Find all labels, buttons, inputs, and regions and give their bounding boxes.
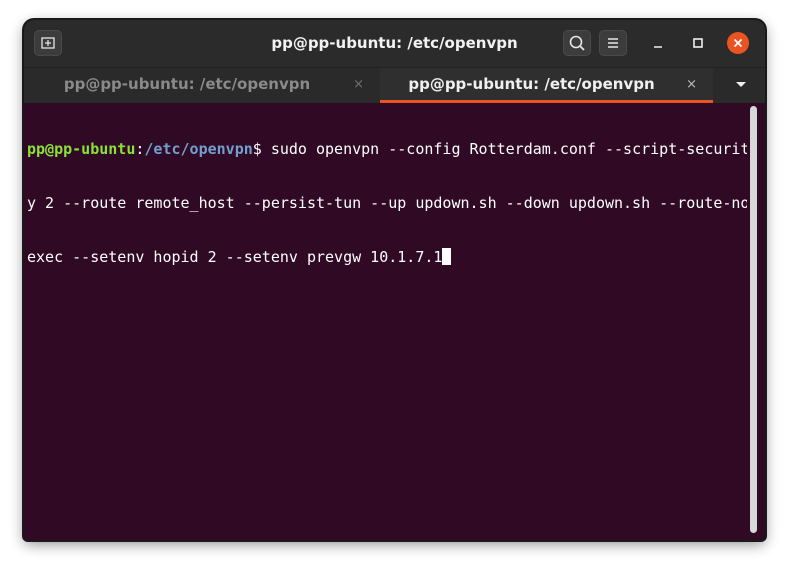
tab-close-icon[interactable]: × [353,68,364,101]
close-button[interactable] [727,32,749,54]
minimize-icon [654,46,662,48]
command-text: y 2 --route remote_host --persist-tun --… [27,194,747,212]
title-bar: pp@pp-ubuntu: /etc/openvpn [24,20,765,67]
prompt-symbol: $ [252,140,262,158]
new-tab-icon [41,37,55,49]
command-text: sudo openvpn --config Rotterdam.conf --s… [261,140,747,158]
minimize-button[interactable] [647,32,669,54]
tab-bar: pp@pp-ubuntu: /etc/openvpn × pp@pp-ubunt… [24,67,765,103]
scrollbar[interactable] [750,106,757,533]
maximize-button[interactable] [687,32,709,54]
new-tab-button[interactable] [34,30,62,56]
tab-2[interactable]: pp@pp-ubuntu: /etc/openvpn × [380,68,713,103]
text-cursor [442,248,452,265]
tab-label: pp@pp-ubuntu: /etc/openvpn [408,75,655,93]
tab-label: pp@pp-ubuntu: /etc/openvpn [63,75,311,93]
close-icon [733,38,743,48]
terminal-line: exec --setenv hopid 2 --setenv prevgw 10… [27,248,747,266]
menu-button[interactable] [599,30,627,56]
tab-list-dropdown[interactable] [721,68,765,103]
prompt-user: pp@pp-ubuntu [27,140,136,158]
hamburger-menu-icon [608,38,618,48]
terminal-output[interactable]: pp@pp-ubuntu:/etc/openvpn$ sudo openvpn … [27,104,747,536]
tab-1[interactable]: pp@pp-ubuntu: /etc/openvpn × [24,68,380,103]
search-icon [569,35,585,51]
maximize-icon [693,38,703,48]
terminal-window: pp@pp-ubuntu: /etc/openvpn pp@pp-ubuntu:… [24,20,765,540]
command-text: exec --setenv hopid 2 --setenv prevgw 10… [27,248,443,266]
terminal-line: y 2 --route remote_host --persist-tun --… [27,194,747,212]
tab-close-icon[interactable]: × [686,68,697,101]
terminal-line: pp@pp-ubuntu:/etc/openvpn$ sudo openvpn … [27,140,747,158]
prompt-path: /etc/openvpn [144,140,253,158]
search-button[interactable] [563,30,591,56]
chevron-down-icon [736,82,746,87]
